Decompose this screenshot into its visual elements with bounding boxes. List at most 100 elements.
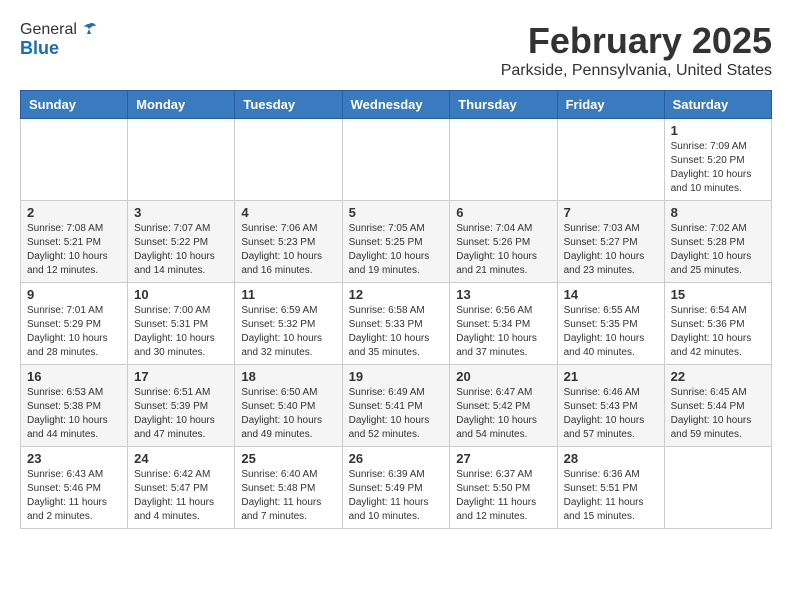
day-number: 22 <box>671 369 765 384</box>
day-number: 18 <box>241 369 335 384</box>
day-number: 15 <box>671 287 765 302</box>
calendar-cell <box>342 119 450 201</box>
calendar-cell: 5Sunrise: 7:05 AM Sunset: 5:25 PM Daylig… <box>342 201 450 283</box>
calendar-cell: 23 Sunrise: 6:43 AM Sunset: 5:46 PM Dayli… <box>21 447 128 529</box>
day-info: Sunrise: 6:37 AM Sunset: 5:50 PM Dayligh… <box>456 468 550 524</box>
calendar-cell: 7 Sunrise: 7:03 AM Sunset: 5:27 PM Daylig… <box>557 201 664 283</box>
day-number: 19 <box>349 369 444 384</box>
weekday-header-thursday: Thursday <box>450 91 557 119</box>
day-info: Sunrise: 7:06 AM Sunset: 5:23 PM Dayligh… <box>241 222 335 278</box>
calendar-cell: 9 Sunrise: 7:01 AM Sunset: 5:29 PM Daylig… <box>21 283 128 365</box>
day-number: 23 <box>27 451 121 466</box>
day-number: 17 <box>134 369 228 384</box>
calendar-cell: 4 Sunrise: 7:06 AM Sunset: 5:23 PM Daylig… <box>235 201 342 283</box>
day-info: Sunrise: 6:51 AM Sunset: 5:39 PM Dayligh… <box>134 386 228 442</box>
calendar-cell: 13Sunrise: 6:56 AM Sunset: 5:34 PM Dayli… <box>450 283 557 365</box>
day-number: 6 <box>456 205 550 220</box>
calendar-cell <box>128 119 235 201</box>
day-info: Sunrise: 6:36 AM Sunset: 5:51 PM Dayligh… <box>564 468 658 524</box>
weekday-header-row: SundayMondayTuesdayWednesdayThursdayFrid… <box>21 91 772 119</box>
weekday-header-saturday: Saturday <box>664 91 771 119</box>
calendar-cell: 17 Sunrise: 6:51 AM Sunset: 5:39 PM Dayli… <box>128 365 235 447</box>
calendar-cell: 28 Sunrise: 6:36 AM Sunset: 5:51 PM Dayli… <box>557 447 664 529</box>
calendar-cell: 22 Sunrise: 6:45 AM Sunset: 5:44 PM Dayli… <box>664 365 771 447</box>
day-info: Sunrise: 6:47 AM Sunset: 5:42 PM Dayligh… <box>456 386 550 442</box>
calendar-subtitle: Parkside, Pennsylvania, United States <box>501 62 772 80</box>
calendar-cell: 2 Sunrise: 7:08 AM Sunset: 5:21 PM Daylig… <box>21 201 128 283</box>
day-number: 28 <box>564 451 658 466</box>
calendar-cell: 1 Sunrise: 7:09 AM Sunset: 5:20 PM Daylig… <box>664 119 771 201</box>
calendar-cell: 16 Sunrise: 6:53 AM Sunset: 5:38 PM Dayli… <box>21 365 128 447</box>
calendar-week-row: 23 Sunrise: 6:43 AM Sunset: 5:46 PM Dayli… <box>21 447 772 529</box>
logo-bird-icon <box>79 20 99 40</box>
day-info: Sunrise: 7:01 AM Sunset: 5:29 PM Dayligh… <box>27 304 121 360</box>
calendar-cell: 20 Sunrise: 6:47 AM Sunset: 5:42 PM Dayli… <box>450 365 557 447</box>
day-info: Sunrise: 6:40 AM Sunset: 5:48 PM Dayligh… <box>241 468 335 524</box>
day-info: Sunrise: 6:39 AM Sunset: 5:49 PM Dayligh… <box>349 468 444 524</box>
calendar-cell: 18 Sunrise: 6:50 AM Sunset: 5:40 PM Dayli… <box>235 365 342 447</box>
calendar-week-row: 1 Sunrise: 7:09 AM Sunset: 5:20 PM Daylig… <box>21 119 772 201</box>
day-info: Sunrise: 6:43 AM Sunset: 5:46 PM Dayligh… <box>27 468 121 524</box>
calendar-cell: 21Sunrise: 6:46 AM Sunset: 5:43 PM Dayli… <box>557 365 664 447</box>
calendar-cell <box>664 447 771 529</box>
day-info: Sunrise: 6:54 AM Sunset: 5:36 PM Dayligh… <box>671 304 765 360</box>
calendar-cell <box>235 119 342 201</box>
calendar-table: SundayMondayTuesdayWednesdayThursdayFrid… <box>20 90 772 529</box>
calendar-week-row: 16 Sunrise: 6:53 AM Sunset: 5:38 PM Dayli… <box>21 365 772 447</box>
day-number: 20 <box>456 369 550 384</box>
day-info: Sunrise: 6:53 AM Sunset: 5:38 PM Dayligh… <box>27 386 121 442</box>
weekday-header-friday: Friday <box>557 91 664 119</box>
calendar-cell: 14Sunrise: 6:55 AM Sunset: 5:35 PM Dayli… <box>557 283 664 365</box>
calendar-header: General Blue February 2025 Parkside, Pen… <box>20 20 772 80</box>
calendar-cell: 12 Sunrise: 6:58 AM Sunset: 5:33 PM Dayli… <box>342 283 450 365</box>
logo: General Blue <box>20 20 99 59</box>
calendar-cell: 15 Sunrise: 6:54 AM Sunset: 5:36 PM Dayli… <box>664 283 771 365</box>
day-number: 12 <box>349 287 444 302</box>
calendar-week-row: 2 Sunrise: 7:08 AM Sunset: 5:21 PM Daylig… <box>21 201 772 283</box>
day-info: Sunrise: 6:58 AM Sunset: 5:33 PM Dayligh… <box>349 304 444 360</box>
day-number: 10 <box>134 287 228 302</box>
weekday-header-monday: Monday <box>128 91 235 119</box>
day-number: 24 <box>134 451 228 466</box>
day-number: 8 <box>671 205 765 220</box>
day-number: 13 <box>456 287 550 302</box>
calendar-title: February 2025 <box>501 20 772 62</box>
day-info: Sunrise: 7:04 AM Sunset: 5:26 PM Dayligh… <box>456 222 550 278</box>
day-number: 26 <box>349 451 444 466</box>
day-info: Sunrise: 6:50 AM Sunset: 5:40 PM Dayligh… <box>241 386 335 442</box>
day-number: 16 <box>27 369 121 384</box>
day-number: 21 <box>564 369 658 384</box>
calendar-cell: 10 Sunrise: 7:00 AM Sunset: 5:31 PM Dayli… <box>128 283 235 365</box>
calendar-cell: 26 Sunrise: 6:39 AM Sunset: 5:49 PM Dayli… <box>342 447 450 529</box>
calendar-week-row: 9 Sunrise: 7:01 AM Sunset: 5:29 PM Daylig… <box>21 283 772 365</box>
day-number: 25 <box>241 451 335 466</box>
day-number: 4 <box>241 205 335 220</box>
day-number: 11 <box>241 287 335 302</box>
day-number: 1 <box>671 123 765 138</box>
calendar-cell: 27 Sunrise: 6:37 AM Sunset: 5:50 PM Dayli… <box>450 447 557 529</box>
day-info: Sunrise: 6:42 AM Sunset: 5:47 PM Dayligh… <box>134 468 228 524</box>
calendar-cell: 11 Sunrise: 6:59 AM Sunset: 5:32 PM Dayli… <box>235 283 342 365</box>
day-info: Sunrise: 6:45 AM Sunset: 5:44 PM Dayligh… <box>671 386 765 442</box>
day-info: Sunrise: 7:02 AM Sunset: 5:28 PM Dayligh… <box>671 222 765 278</box>
weekday-header-tuesday: Tuesday <box>235 91 342 119</box>
logo-blue-text: Blue <box>20 38 59 59</box>
day-info: Sunrise: 6:55 AM Sunset: 5:35 PM Dayligh… <box>564 304 658 360</box>
day-info: Sunrise: 7:03 AM Sunset: 5:27 PM Dayligh… <box>564 222 658 278</box>
day-number: 9 <box>27 287 121 302</box>
day-info: Sunrise: 7:00 AM Sunset: 5:31 PM Dayligh… <box>134 304 228 360</box>
calendar-cell: 8 Sunrise: 7:02 AM Sunset: 5:28 PM Daylig… <box>664 201 771 283</box>
calendar-cell: 19 Sunrise: 6:49 AM Sunset: 5:41 PM Dayli… <box>342 365 450 447</box>
calendar-cell <box>21 119 128 201</box>
day-number: 7 <box>564 205 658 220</box>
calendar-cell <box>557 119 664 201</box>
title-block: February 2025 Parkside, Pennsylvania, Un… <box>501 20 772 80</box>
calendar-cell: 6 Sunrise: 7:04 AM Sunset: 5:26 PM Daylig… <box>450 201 557 283</box>
day-info: Sunrise: 7:08 AM Sunset: 5:21 PM Dayligh… <box>27 222 121 278</box>
day-info: Sunrise: 6:59 AM Sunset: 5:32 PM Dayligh… <box>241 304 335 360</box>
logo-general-text: General <box>20 21 77 39</box>
day-info: Sunrise: 6:49 AM Sunset: 5:41 PM Dayligh… <box>349 386 444 442</box>
day-number: 2 <box>27 205 121 220</box>
day-info: Sunrise: 7:09 AM Sunset: 5:20 PM Dayligh… <box>671 140 765 196</box>
day-number: 27 <box>456 451 550 466</box>
